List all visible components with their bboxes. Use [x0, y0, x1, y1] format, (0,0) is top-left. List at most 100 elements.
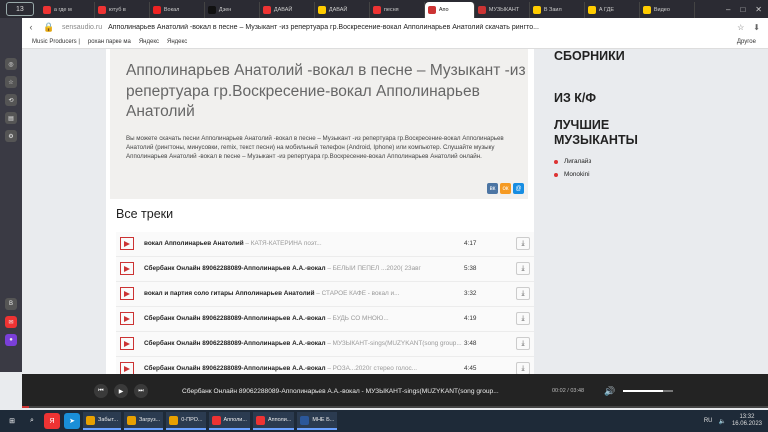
start-icon[interactable]: ⊞ [4, 413, 20, 429]
play-track-button[interactable] [120, 362, 134, 374]
track-row[interactable]: Сбербанк Онлайн 89062288089-Апполинарьев… [116, 307, 534, 332]
bookmark-item[interactable]: рохан парке ма [88, 39, 131, 45]
telegram-icon[interactable]: ➤ [64, 413, 80, 429]
track-row[interactable]: вокал Апполинарьев Анатолий – КАТЯ-КАТЕР… [116, 232, 534, 257]
tab-label: МУЗЫКАНТ [488, 7, 520, 13]
url-domain[interactable]: sensaudio.ru [62, 24, 102, 31]
right-column: СБОРНИКИ ИЗ К/Ф ЛУЧШИЕ МУЗЫКАНТЫ Лигалай… [554, 49, 694, 178]
best-musicians-heading[interactable]: ЛУЧШИЕ МУЗЫКАНТЫ [554, 118, 664, 148]
track-row[interactable]: Сбербанк Онлайн 89062288089-Апполинарьев… [116, 257, 534, 282]
track-duration: 3:48 [464, 340, 477, 348]
play-icon[interactable]: ▶ [114, 384, 128, 398]
volume-slider[interactable] [623, 390, 674, 392]
lang-indicator[interactable]: RU [704, 418, 713, 424]
browser-tab[interactable]: Видео [640, 2, 695, 18]
track-name[interactable]: вокал и партия соло гитары Апполинарьев … [144, 290, 464, 297]
play-track-button[interactable] [120, 337, 134, 351]
yandex-icon[interactable]: Я [44, 413, 60, 429]
play-track-button[interactable] [120, 287, 134, 301]
track-name[interactable]: вокал Апполинарьев Анатолий – КАТЯ-КАТЕР… [144, 240, 464, 247]
settings-icon[interactable]: ⚙ [5, 130, 17, 142]
taskbar-app[interactable]: Апполи... [208, 412, 250, 430]
browser-tab[interactable]: а где м [40, 2, 95, 18]
mail-share-button[interactable]: @ [513, 183, 524, 194]
tab-label: В Заил [543, 7, 562, 13]
browser-tab[interactable]: ютуб в [95, 2, 150, 18]
downloads-icon[interactable]: ⬇ [753, 23, 760, 32]
taskbar-app[interactable]: Забыт... [83, 412, 121, 430]
browser-tab[interactable]: песня [370, 2, 425, 18]
ok-share-button[interactable]: ок [500, 183, 511, 194]
mail-icon[interactable]: ✉ [5, 316, 17, 328]
share-icon[interactable]: ☆ [737, 23, 744, 32]
browser-tab[interactable]: А ГДЕ [585, 2, 640, 18]
vk-icon[interactable]: В [5, 298, 17, 310]
track-name[interactable]: Сбербанк Онлайн 89062288089-Апполинарьев… [144, 365, 464, 372]
messenger-icon[interactable]: ● [5, 334, 17, 346]
other-bookmarks[interactable]: Другое [737, 39, 768, 45]
bookmark-item[interactable]: Яндекс [139, 39, 159, 45]
vk-share-button[interactable]: вк [487, 183, 498, 194]
tab-favicon-icon [372, 6, 381, 14]
alice-icon[interactable]: ◎ [5, 58, 17, 70]
download-icon[interactable]: ⤓ [516, 237, 530, 251]
track-list: вокал Апполинарьев Анатолий – КАТЯ-КАТЕР… [116, 232, 534, 374]
download-icon[interactable]: ⤓ [516, 262, 530, 276]
tab-label: Видео [653, 7, 670, 13]
track-row[interactable]: Сбербанк Онлайн 89062288089-Апполинарьев… [116, 332, 534, 357]
track-row[interactable]: вокал и партия соло гитары Апполинарьев … [116, 282, 534, 307]
back-icon[interactable]: ‹ [22, 22, 40, 32]
download-icon[interactable]: ⤓ [516, 287, 530, 301]
track-duration: 5:38 [464, 265, 477, 273]
download-icon[interactable]: ⤓ [516, 337, 530, 351]
browser-tab[interactable]: Апо [424, 2, 475, 18]
browser-tab[interactable]: Вокал [150, 2, 205, 18]
tab-count-button[interactable]: 13 [6, 2, 34, 16]
bookmarks-icon[interactable]: ☆ [5, 76, 17, 88]
track-row[interactable]: Сбербанк Онлайн 89062288089-Апполинарьев… [116, 357, 534, 374]
tab-label: ютуб в [108, 7, 126, 13]
track-name[interactable]: Сбербанк Онлайн 89062288089-Апполинарьев… [144, 340, 464, 347]
clock[interactable]: 13:32 16.06.2023 [732, 414, 762, 428]
next-track-icon[interactable]: ⏭ [134, 384, 148, 398]
history-icon[interactable]: ⟲ [5, 94, 17, 106]
search-icon[interactable]: ⌕ [24, 413, 40, 429]
previous-track-icon[interactable]: ⏮ [94, 384, 108, 398]
browser-tab[interactable]: В Заил [530, 2, 585, 18]
taskbar-app[interactable]: МНЕ Б... [297, 412, 338, 430]
musician-link[interactable]: Лигалайз [554, 158, 694, 165]
download-icon[interactable]: ⤓ [516, 312, 530, 326]
taskbar-app[interactable]: Апполи... [252, 412, 295, 430]
taskbar-app[interactable]: Загруз... [123, 412, 164, 430]
bookmark-item[interactable]: Music Producers | [32, 39, 80, 45]
maximize-icon[interactable]: □ [740, 5, 745, 14]
tab-favicon-icon [642, 6, 651, 14]
url-title[interactable]: Апполинарьев Анатолий -вокал в песне – М… [108, 24, 588, 31]
browser-tab[interactable]: ДАВАЙ [315, 2, 370, 18]
taskbar-app[interactable]: 0-ПРО... [166, 412, 206, 430]
browser-tab[interactable]: Дзен [205, 2, 260, 18]
page-title: Апполинарьев Анатолий -вокал в песне – М… [126, 62, 526, 120]
minimize-icon[interactable]: – [726, 5, 730, 14]
volume-tray-icon[interactable]: 🔈 [718, 418, 725, 425]
tab-favicon-icon [262, 6, 271, 14]
close-icon[interactable]: ✕ [755, 5, 762, 14]
play-track-button[interactable] [120, 262, 134, 276]
volume-icon[interactable]: 🔊 [604, 386, 615, 397]
address-bar: ‹ 🔒 sensaudio.ru Апполинарьев Анатолий -… [0, 18, 768, 36]
collections-heading[interactable]: СБОРНИКИ [554, 49, 694, 64]
download-icon[interactable]: ⤓ [516, 362, 530, 374]
track-name[interactable]: Сбербанк Онлайн 89062288089-Апполинарьев… [144, 265, 464, 272]
browser-tab[interactable]: МУЗЫКАНТ [475, 2, 530, 18]
play-track-button[interactable] [120, 237, 134, 251]
musician-link[interactable]: Monokini [554, 171, 694, 178]
films-heading[interactable]: ИЗ К/Ф [554, 91, 694, 106]
player-progress-bar[interactable] [22, 406, 768, 408]
track-name[interactable]: Сбербанк Онлайн 89062288089-Апполинарьев… [144, 315, 464, 322]
bookmark-item[interactable]: Яндекс [167, 39, 187, 45]
tab-favicon-icon [477, 6, 486, 14]
browser-tab[interactable]: ДАВАЙ [260, 2, 315, 18]
play-track-button[interactable] [120, 312, 134, 326]
panel-icon[interactable]: ▤ [5, 112, 17, 124]
tab-favicon-icon [532, 6, 541, 14]
